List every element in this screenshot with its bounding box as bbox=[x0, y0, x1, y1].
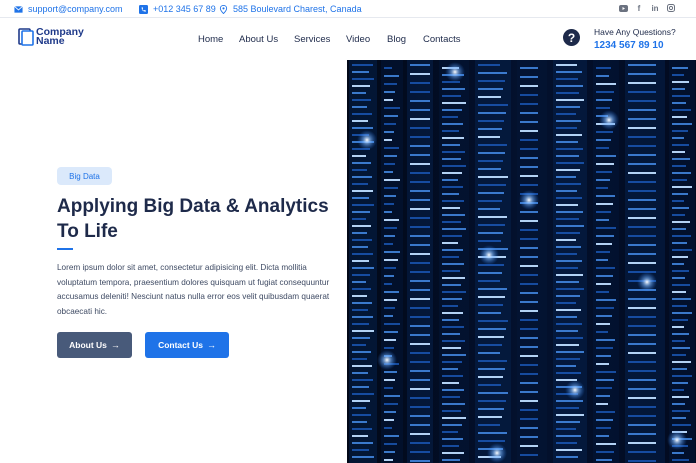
contact-us-button-label: Contact Us bbox=[158, 340, 203, 350]
instagram-icon[interactable] bbox=[666, 3, 676, 13]
questions-phone[interactable]: 1234 567 89 10 bbox=[594, 40, 664, 51]
category-badge: Big Data bbox=[57, 167, 112, 185]
nav-video[interactable]: Video bbox=[346, 34, 370, 45]
youtube-icon[interactable] bbox=[618, 3, 628, 13]
topbar-address-text: 585 Boulevard Charest, Canada bbox=[233, 4, 362, 14]
hero-title: Applying Big Data & Analytics To Life bbox=[57, 196, 329, 242]
top-bar: support@company.com +012 345 67 89 585 B… bbox=[0, 0, 696, 18]
book-logo-icon bbox=[18, 28, 34, 46]
nav-home[interactable]: Home bbox=[198, 34, 223, 45]
nav-contacts[interactable]: Contacts bbox=[423, 34, 461, 45]
envelope-icon bbox=[14, 5, 23, 13]
topbar-address: 585 Boulevard Charest, Canada bbox=[219, 2, 362, 16]
title-underline bbox=[57, 248, 73, 250]
arrow-right-icon: → bbox=[110, 340, 120, 350]
topbar-email[interactable]: support@company.com bbox=[14, 2, 123, 16]
server-racks-graphic bbox=[347, 60, 696, 463]
nav-blog[interactable]: Blog bbox=[387, 34, 406, 45]
phone-icon bbox=[139, 4, 148, 14]
company-logo[interactable]: Company Name bbox=[18, 27, 84, 47]
facebook-icon[interactable]: f bbox=[634, 3, 644, 13]
nav-services[interactable]: Services bbox=[294, 34, 330, 45]
topbar-phone-text: +012 345 67 89 bbox=[153, 4, 216, 14]
topbar-phone[interactable]: +012 345 67 89 bbox=[139, 2, 216, 16]
logo-line-2: Name bbox=[36, 35, 65, 47]
nav-about[interactable]: About Us bbox=[239, 34, 278, 45]
main-header: Company Name Home About Us Services Vide… bbox=[0, 18, 696, 60]
linkedin-icon[interactable]: in bbox=[650, 3, 660, 13]
questions-title: Have Any Questions? bbox=[594, 27, 676, 37]
contact-us-button[interactable]: Contact Us → bbox=[145, 332, 229, 358]
server-racks-image bbox=[347, 60, 696, 463]
map-pin-icon bbox=[219, 4, 228, 14]
hero-description: Lorem ipsum dolor sit amet, consectetur … bbox=[57, 263, 330, 316]
topbar-email-text: support@company.com bbox=[28, 4, 123, 14]
about-us-button[interactable]: About Us → bbox=[57, 332, 132, 358]
question-icon: ? bbox=[563, 29, 580, 46]
arrow-right-icon: → bbox=[206, 340, 216, 350]
social-links: f in bbox=[618, 3, 676, 13]
about-us-button-label: About Us bbox=[69, 340, 107, 350]
